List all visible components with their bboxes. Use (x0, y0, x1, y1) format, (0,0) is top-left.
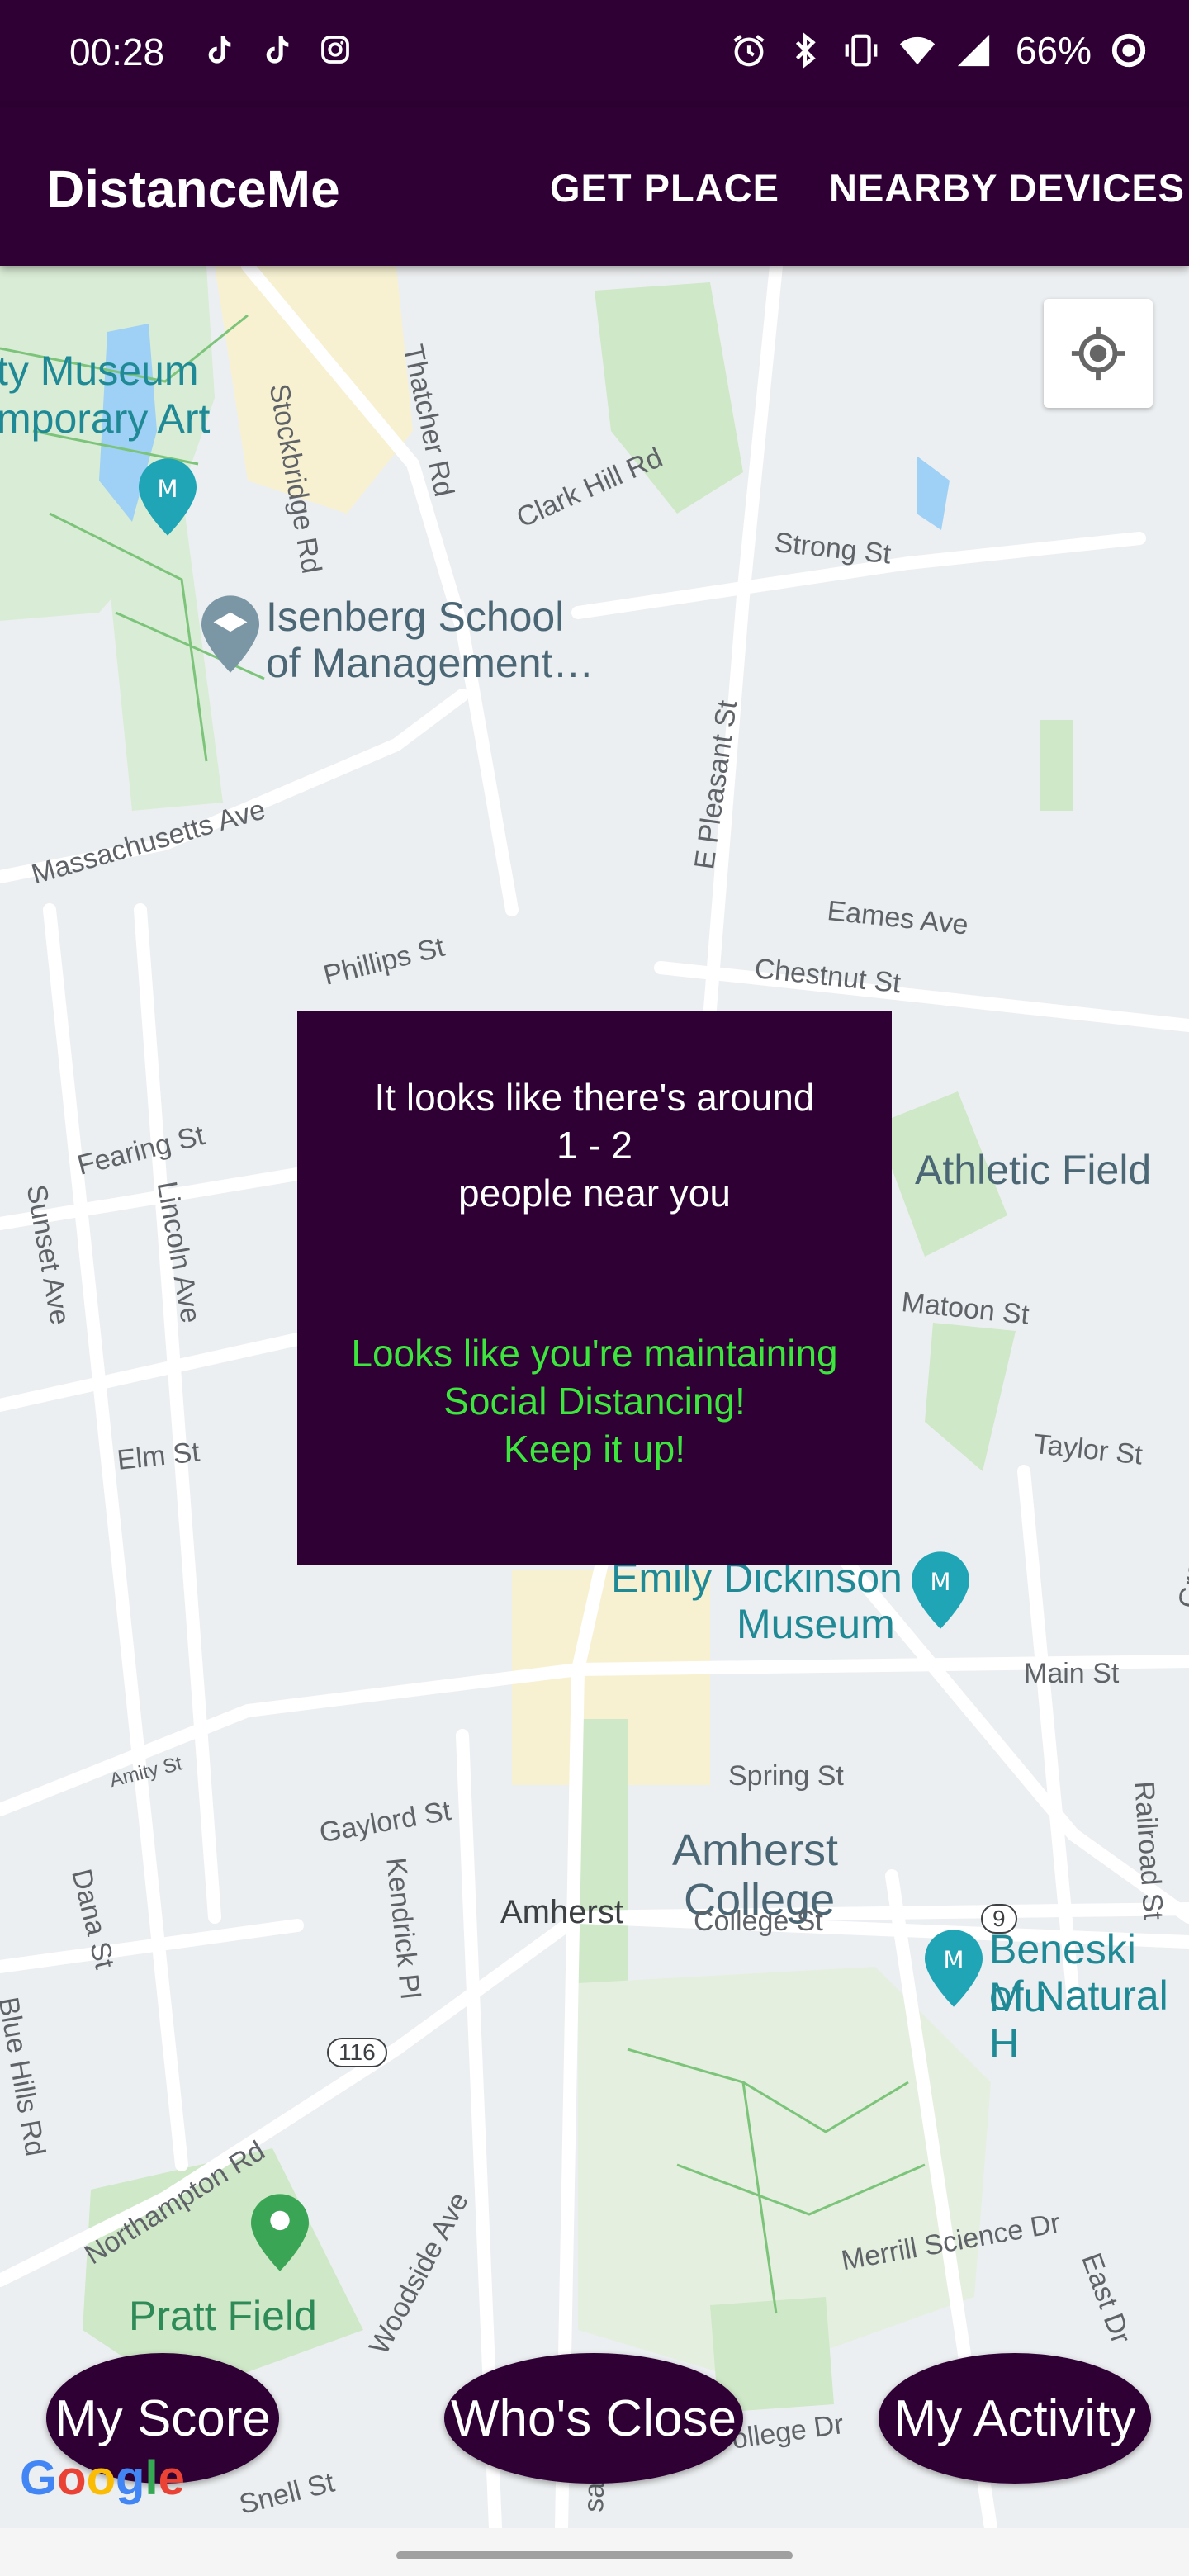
nearby-devices-button[interactable]: NEARBY DEVICES (829, 165, 1185, 211)
svg-text:M: M (930, 1568, 950, 1596)
poi-museum-line2: mporary Art (0, 395, 211, 442)
crosshair-icon (1071, 326, 1125, 381)
svg-text:M: M (943, 1946, 964, 1974)
status-bar: 00:28 66% (0, 0, 1189, 107)
status-time: 00:28 (69, 31, 165, 73)
navigation-bar (0, 2528, 1189, 2576)
my-location-button[interactable] (1044, 299, 1153, 408)
poi-emily-dickinson-line2: Museum (737, 1601, 895, 1647)
museum-pin-icon: M (912, 1551, 969, 1629)
home-gesture-handle[interactable] (396, 2551, 793, 2559)
popup-people-text: people near you (458, 1172, 731, 1215)
get-place-button[interactable]: GET PLACE (550, 165, 779, 211)
poi-isenberg-line1: Isenberg School (266, 594, 565, 640)
bluetooth-icon (795, 32, 816, 69)
app-bar: DistanceMe GET PLACE NEARBY DEVICES (0, 107, 1189, 266)
popup-status-line: Social Distancing! (443, 1380, 746, 1423)
battery-icon (1111, 33, 1146, 68)
street-label: Amherst (500, 1894, 623, 1930)
street-label: College St (694, 1906, 823, 1937)
signal-icon (957, 34, 990, 67)
nearby-people-popup: It looks like there's around 1 - 2 peopl… (297, 1011, 892, 1565)
poi-amherst-college-line1: Amherst (672, 1825, 839, 1875)
school-pin-icon (201, 595, 259, 673)
popup-status-line: Keep it up! (504, 1428, 685, 1470)
notification-icons (205, 33, 350, 66)
whos-close-button[interactable]: Who's Close (444, 2353, 743, 2484)
vibrate-icon (845, 34, 878, 67)
museum-pin-icon: M (925, 1930, 983, 2007)
wifi-icon (899, 36, 936, 65)
poi-athletic-field: Athletic Field (915, 1147, 1152, 1193)
popup-intro-text: It looks like there's around (374, 1076, 815, 1119)
street-label: Main St (1024, 1658, 1120, 1689)
google-logo: Google (20, 2451, 185, 2505)
park-pin-icon (251, 2194, 309, 2271)
popup-count-text: 1 - 2 (556, 1124, 633, 1167)
tiktok-icon (208, 36, 231, 64)
museum-pin-icon: M (139, 458, 197, 536)
poi-museum-line1: ty Museum (0, 348, 199, 394)
poi-isenberg-line2: of Management… (266, 640, 594, 686)
my-activity-button[interactable]: My Activity (879, 2353, 1151, 2484)
app-title: DistanceMe (46, 159, 340, 219)
route-shield: 9 (981, 1904, 1017, 1934)
system-status: 66% (730, 28, 1148, 73)
poi-pratt-field: Pratt Field (129, 2293, 317, 2339)
popup-status-line: Looks like you're maintaining (351, 1332, 838, 1375)
instagram-icon (321, 36, 349, 64)
poi-beneski-line2: of Natural H (989, 1972, 1168, 2067)
street-label: Spring St (728, 1760, 844, 1792)
battery-percent: 66% (1015, 29, 1092, 72)
svg-text:M: M (157, 475, 178, 503)
tiktok-icon (266, 36, 289, 64)
alarm-icon (733, 35, 765, 67)
route-shield: 116 (327, 2038, 387, 2067)
